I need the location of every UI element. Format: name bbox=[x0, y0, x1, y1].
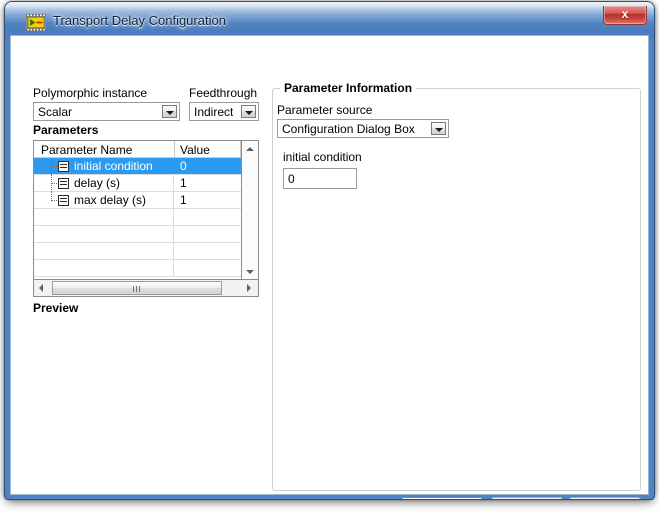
parameter-source-value: Configuration Dialog Box bbox=[282, 122, 415, 136]
table-vertical-scrollbar[interactable] bbox=[241, 141, 258, 280]
initial-condition-input[interactable]: 0 bbox=[283, 168, 357, 189]
row-name-text: max delay (s) bbox=[74, 193, 147, 207]
scroll-left-icon[interactable] bbox=[34, 280, 50, 296]
polymorphic-instance-select[interactable]: Scalar bbox=[33, 102, 180, 121]
row-name-cell bbox=[34, 243, 174, 259]
chevron-down-icon[interactable] bbox=[241, 105, 256, 118]
close-button[interactable]: x bbox=[603, 6, 647, 25]
initial-condition-value: 0 bbox=[288, 172, 295, 186]
scroll-down-icon[interactable] bbox=[242, 264, 258, 280]
title-bar[interactable]: Transport Delay Configuration x bbox=[5, 2, 654, 36]
row-value-text: 0 bbox=[180, 159, 187, 173]
table-horizontal-scrollbar[interactable] bbox=[34, 279, 258, 296]
feedthrough-select[interactable]: Indirect bbox=[189, 102, 259, 121]
cancel-button[interactable]: Cancel bbox=[491, 497, 563, 499]
resize-grip[interactable] bbox=[633, 480, 645, 492]
row-name-cell: max delay (s) bbox=[34, 192, 174, 208]
scroll-up-icon[interactable] bbox=[242, 141, 258, 157]
scroll-right-icon[interactable] bbox=[241, 280, 257, 296]
ok-button[interactable]: OK bbox=[401, 497, 483, 499]
parameter-source-label: Parameter source bbox=[277, 103, 373, 117]
parameter-source-select[interactable]: Configuration Dialog Box bbox=[277, 119, 449, 138]
parameters-label: Parameters bbox=[33, 123, 99, 137]
row-name-cell bbox=[34, 226, 174, 242]
table-row-empty[interactable] bbox=[34, 260, 241, 277]
row-name-text: delay (s) bbox=[74, 176, 121, 190]
help-button[interactable]: Help bbox=[569, 497, 641, 499]
table-row[interactable]: max delay (s) 1 bbox=[34, 192, 241, 209]
table-body: initial condition 0 delay (s) 1 max dela… bbox=[34, 158, 241, 280]
row-name-cell bbox=[34, 260, 174, 276]
dialog-window: Transport Delay Configuration x Polymorp… bbox=[4, 1, 655, 500]
row-name-cell: initial condition bbox=[34, 158, 174, 175]
preview-label: Preview bbox=[33, 301, 79, 315]
row-value-text: 1 bbox=[180, 193, 187, 207]
desktop-backdrop: Transport Delay Configuration x Polymorp… bbox=[0, 0, 659, 512]
chevron-down-icon[interactable] bbox=[431, 122, 446, 135]
column-divider bbox=[174, 141, 175, 158]
table-header-row: Parameter Name Value bbox=[34, 141, 258, 158]
initial-condition-label: initial condition bbox=[283, 150, 362, 164]
terminal-node-icon bbox=[58, 178, 69, 189]
parameters-table[interactable]: Parameter Name Value initial condition 0 bbox=[33, 140, 259, 297]
polymorphic-instance-label: Polymorphic instance bbox=[33, 86, 148, 100]
terminal-node-icon bbox=[58, 161, 69, 172]
table-row-empty[interactable] bbox=[34, 209, 241, 226]
table-row[interactable]: delay (s) 1 bbox=[34, 175, 241, 192]
row-name-cell: delay (s) bbox=[34, 175, 174, 192]
feedthrough-value: Indirect bbox=[194, 105, 234, 119]
labview-vi-icon bbox=[26, 14, 46, 31]
parameter-information-group bbox=[272, 88, 641, 491]
column-header-parameter-name: Parameter Name bbox=[41, 143, 133, 157]
terminal-node-icon bbox=[58, 195, 69, 206]
close-icon: x bbox=[621, 7, 629, 21]
row-value-text: 1 bbox=[180, 176, 187, 190]
polymorphic-instance-value: Scalar bbox=[38, 105, 73, 119]
table-row-empty[interactable] bbox=[34, 243, 241, 260]
dialog-client-area: Polymorphic instance Scalar Feedthrough … bbox=[10, 35, 649, 499]
table-row[interactable]: initial condition 0 bbox=[34, 158, 241, 175]
chevron-down-icon[interactable] bbox=[162, 105, 177, 118]
column-header-value: Value bbox=[180, 143, 210, 157]
parameter-information-title: Parameter Information bbox=[280, 81, 417, 95]
table-row-empty[interactable] bbox=[34, 226, 241, 243]
row-name-cell bbox=[34, 209, 174, 225]
row-name-text: initial condition bbox=[74, 159, 153, 173]
horizontal-scrollbar-thumb[interactable] bbox=[52, 281, 222, 295]
feedthrough-label: Feedthrough bbox=[189, 86, 258, 100]
window-title: Transport Delay Configuration bbox=[53, 13, 226, 28]
grip-icon bbox=[133, 286, 142, 292]
